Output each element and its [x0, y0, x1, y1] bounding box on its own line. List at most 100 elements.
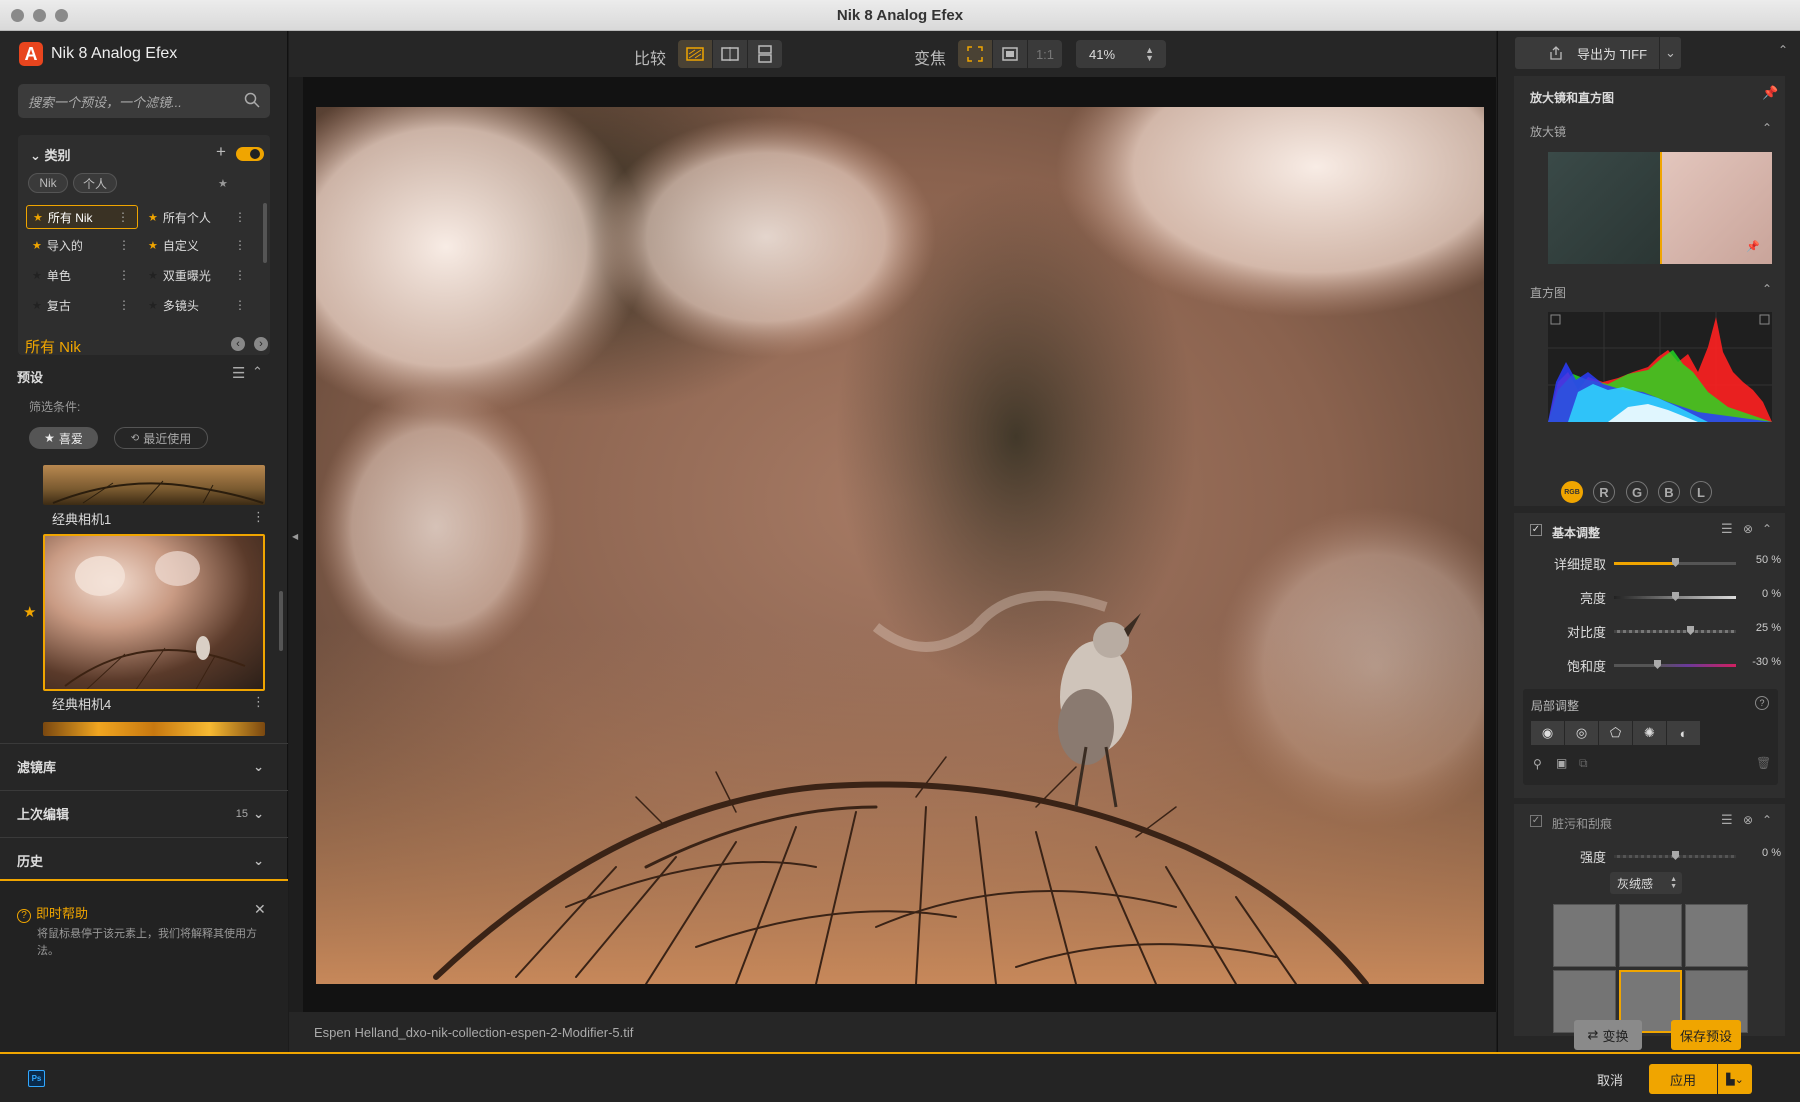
presets-scrollbar[interactable] — [279, 591, 283, 651]
collapse-icon[interactable]: ⌃ — [1762, 522, 1772, 536]
slider-detail[interactable]: 详细提取 50 % — [1514, 546, 1785, 576]
slider-saturation[interactable]: 饱和度 -30 % — [1514, 648, 1785, 678]
fit-screen-button[interactable] — [958, 40, 992, 68]
close-help-icon[interactable]: ✕ — [254, 901, 266, 918]
menu-icon[interactable]: ☰ — [1721, 812, 1733, 828]
export-dropdown-icon[interactable]: ⌄ — [1659, 37, 1681, 69]
channel-rgb[interactable]: RGB — [1561, 481, 1583, 503]
texture-thumbnail[interactable] — [1685, 904, 1748, 967]
category-mono[interactable]: ★ 单色 ⋮ — [26, 263, 138, 287]
luminance-mask-icon[interactable]: ✺ — [1633, 721, 1666, 745]
fill-screen-button[interactable] — [993, 40, 1027, 68]
accordion-last-edit[interactable]: 上次编辑 15 ⌄ — [0, 790, 288, 836]
category-multi-lens[interactable]: ★ 多镜头 ⋮ — [142, 293, 254, 317]
channel-l[interactable]: L — [1690, 481, 1712, 503]
histogram-chart — [1548, 312, 1772, 422]
preset-thumbnail[interactable] — [43, 465, 265, 505]
title-bar: Nik 8 Analog Efex — [0, 0, 1800, 31]
add-category-icon[interactable]: + — [216, 142, 226, 162]
filter-recent[interactable]: ⟲ 最近使用 — [114, 427, 208, 449]
preset-menu-icon[interactable]: ⋮ — [252, 694, 265, 710]
trash-icon[interactable]: 🗑 — [1756, 756, 1771, 770]
search-icon[interactable] — [244, 92, 260, 108]
category-vintage[interactable]: ★ 复古 ⋮ — [26, 293, 138, 317]
compare-single-button[interactable] — [678, 40, 712, 68]
search-input[interactable]: 搜索一个预设，一个滤镜... — [18, 84, 270, 118]
reset-icon[interactable]: ⊗ — [1743, 522, 1753, 536]
polygon-mask-icon[interactable]: ⬠ — [1599, 721, 1632, 745]
cancel-button[interactable]: 取消 — [1585, 1064, 1635, 1094]
dirt-type-select[interactable]: 灰绒感 ▲ ▼ — [1610, 872, 1682, 894]
channel-g[interactable]: G — [1626, 481, 1648, 503]
photoshop-icon[interactable]: Ps — [28, 1070, 45, 1087]
menu-icon[interactable]: ☰ — [1721, 521, 1733, 537]
duplicate-icon[interactable]: ⧉ — [1579, 756, 1588, 771]
preset-menu-icon[interactable]: ⋮ — [252, 509, 265, 525]
filter-favorites[interactable]: ★ 喜爱 — [29, 427, 98, 449]
next-icon[interactable]: › — [254, 337, 268, 351]
dirt-enable-checkbox[interactable]: ✓ — [1530, 815, 1542, 827]
accordion-history[interactable]: 历史 ⌄ — [0, 837, 288, 883]
control-point-icon[interactable]: ◉ — [1531, 721, 1564, 745]
help-icon[interactable]: ? — [1755, 696, 1769, 710]
slider-brightness[interactable]: 亮度 0 % — [1514, 580, 1785, 610]
search-placeholder: 搜索一个预设，一个滤镜... — [28, 94, 182, 110]
collapse-icon[interactable]: ⌃ — [252, 364, 263, 380]
compare-side-button[interactable] — [748, 40, 782, 68]
basic-enable-checkbox[interactable]: ✓ — [1530, 524, 1542, 536]
texture-thumbnail[interactable] — [1619, 904, 1682, 967]
radial-mask-icon[interactable]: ◎ — [1565, 721, 1598, 745]
chip-nik[interactable]: Nik — [28, 173, 68, 193]
zoom-window-button[interactable] — [55, 9, 68, 22]
texture-thumbnail[interactable] — [1553, 904, 1616, 967]
compare-split-button[interactable] — [713, 40, 747, 68]
export-button[interactable]: 导出为 TIFF ⌄ — [1515, 37, 1681, 69]
help-text: 将鼠标悬停于该元素上，我们将解释其使用方法。 — [37, 928, 257, 957]
category-header[interactable]: ⌄ 类别 — [30, 145, 71, 164]
apply-button[interactable]: 应用 — [1649, 1064, 1717, 1094]
menu-icon[interactable]: ☰ — [232, 364, 245, 382]
category-imported[interactable]: ★ 导入的 ⋮ — [26, 233, 138, 257]
zoom-select[interactable]: 41% ▲ ▼ — [1076, 40, 1166, 68]
chip-personal[interactable]: 个人 — [73, 173, 117, 193]
preview-image[interactable] — [316, 107, 1484, 984]
channel-b[interactable]: B — [1658, 481, 1680, 503]
fit-icon — [967, 46, 983, 62]
one-to-one-button[interactable]: 1:1 — [1028, 40, 1062, 68]
favorite-star-icon[interactable]: ★ — [218, 177, 228, 190]
loupe-preview[interactable] — [1548, 152, 1772, 264]
category-scrollbar[interactable] — [263, 203, 267, 263]
collapse-left-handle[interactable]: ◀ — [289, 77, 303, 1012]
prev-icon[interactable]: ‹ — [231, 337, 245, 351]
channel-r[interactable]: R — [1593, 481, 1615, 503]
category-all-personal[interactable]: ★ 所有个人 ⋮ — [142, 205, 254, 229]
mask-brush-icon[interactable]: ⚲ — [1533, 757, 1542, 771]
category-toggle[interactable] — [236, 147, 264, 161]
swap-button[interactable]: ⇄ 变换 — [1574, 1020, 1642, 1050]
collapse-icon[interactable]: ⌃ — [1762, 121, 1772, 135]
minimize-window-button[interactable] — [33, 9, 46, 22]
mask-view-icon[interactable]: ▣ — [1556, 756, 1567, 770]
slider-strength[interactable]: 强度 0 % — [1514, 839, 1785, 869]
preset-thumbnail-selected[interactable] — [43, 534, 265, 691]
category-custom[interactable]: ★ 自定义 ⋮ — [142, 233, 254, 257]
category-all-nik[interactable]: ★ 所有 Nik ⋮ — [26, 205, 138, 229]
color-mask-icon[interactable]: ◐ — [1667, 721, 1700, 745]
save-preset-button[interactable]: 保存预设 — [1671, 1020, 1741, 1050]
accordion-filter-library[interactable]: 滤镜库 ⌄ — [0, 743, 288, 789]
close-window-button[interactable] — [11, 9, 24, 22]
fill-icon — [1002, 47, 1018, 61]
app-logo: A Nik 8 Analog Efex — [19, 42, 177, 66]
collapse-icon[interactable]: ⌃ — [1762, 813, 1772, 827]
loupe-pin-icon[interactable]: 📌 — [1746, 240, 1760, 253]
reset-icon[interactable]: ⊗ — [1743, 813, 1753, 827]
apply-options-button[interactable]: ▙⌄ — [1718, 1064, 1752, 1094]
category-double-exposure[interactable]: ★ 双重曝光 ⋮ — [142, 263, 254, 287]
preset-thumbnail[interactable] — [43, 722, 265, 736]
slider-contrast[interactable]: 对比度 25 % — [1514, 614, 1785, 644]
collapse-all-icon[interactable]: ⌃ — [1778, 43, 1788, 57]
collapse-icon[interactable]: ⌃ — [1762, 282, 1772, 296]
favorite-star-icon[interactable]: ★ — [23, 603, 36, 621]
pin-icon[interactable]: 📌 — [1762, 85, 1778, 101]
bottom-bar: Ps 取消 应用 ▙⌄ — [0, 1052, 1800, 1102]
